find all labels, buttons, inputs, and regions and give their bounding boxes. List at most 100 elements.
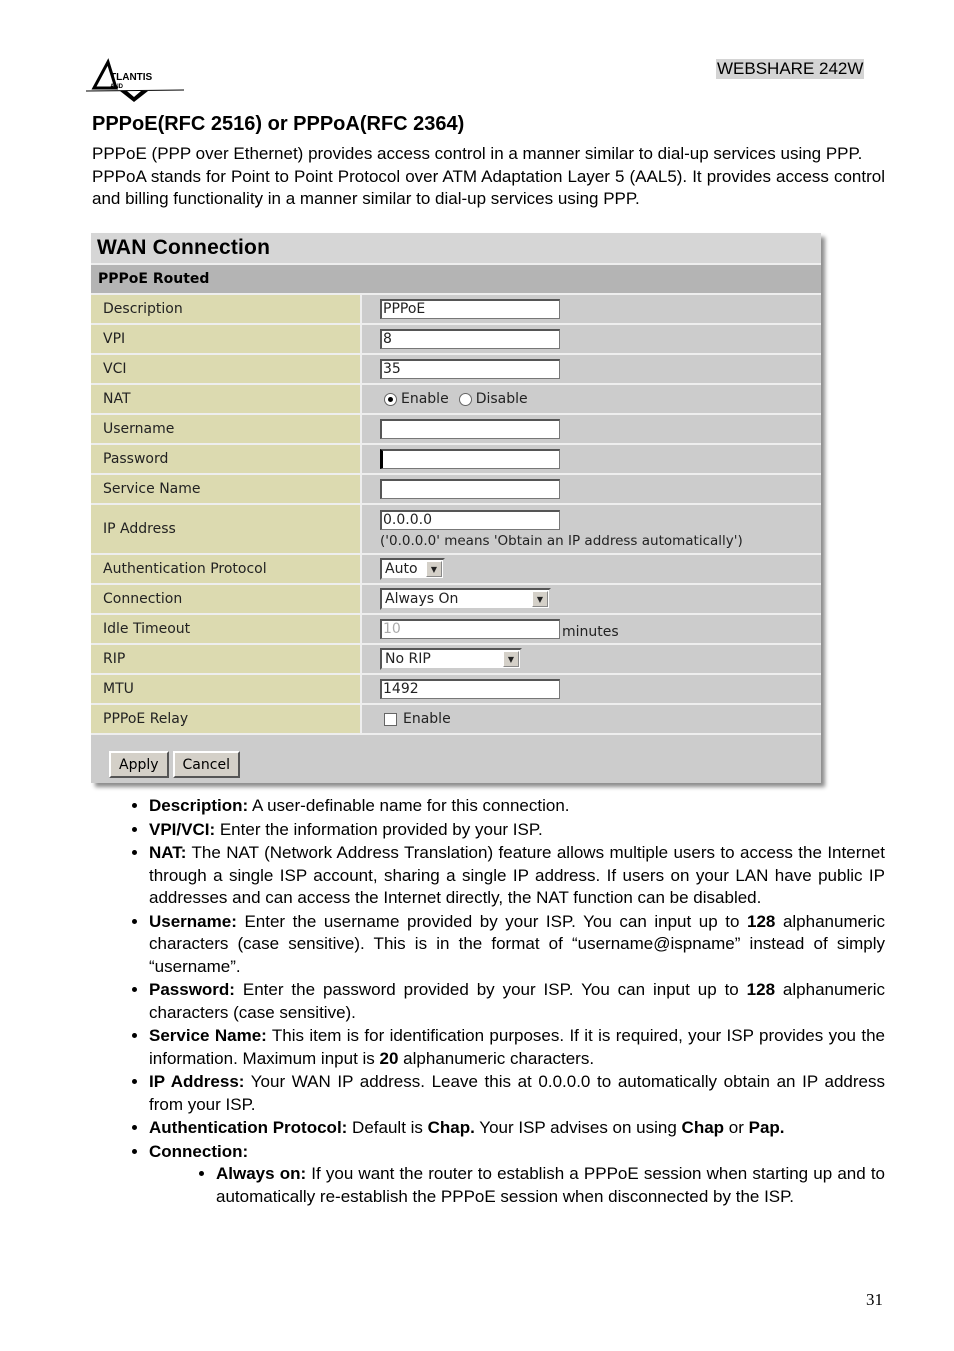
intro-text: PPPoE (PPP over Ethernet) provides acces…	[92, 143, 885, 211]
field-descriptions: Description: A user-definable name for t…	[92, 795, 885, 1209]
term: VPI/VCI:	[149, 819, 216, 839]
label-auth-protocol: Authentication Protocol	[91, 555, 362, 583]
vpi-input[interactable]: 8	[380, 329, 560, 349]
label-service-name: Service Name	[91, 475, 362, 503]
chevron-down-icon[interactable]: ▼	[532, 591, 548, 607]
desc: Enter the username provided by your ISP.…	[236, 911, 747, 931]
desc: Your ISP advises on using	[474, 1118, 682, 1137]
wan-connection-panel: WAN Connection PPPoE Routed Description …	[91, 233, 821, 783]
bullet-service-name: Service Name: This item is for identific…	[149, 1025, 885, 1070]
bullet-auth-protocol: Authentication Protocol: Default is Chap…	[149, 1117, 885, 1140]
row-connection: Connection Always On ▼	[91, 585, 821, 615]
term: Authentication Protocol:	[149, 1118, 348, 1137]
service-name-input[interactable]	[380, 479, 560, 499]
ip-address-input[interactable]: 0.0.0.0	[380, 509, 560, 530]
label-ip-address: IP Address	[91, 505, 362, 553]
row-description: Description PPPoE	[91, 295, 821, 325]
label-rip: RIP	[91, 645, 362, 673]
connection-value: Always On	[385, 591, 459, 607]
nat-enable-radio[interactable]	[384, 392, 397, 406]
chevron-down-icon[interactable]: ▼	[503, 651, 519, 667]
term: NAT:	[149, 843, 187, 862]
desc: The NAT (Network Address Translation) fe…	[149, 843, 885, 907]
nat-disable-radio[interactable]	[458, 392, 472, 406]
row-service-name: Service Name	[91, 475, 821, 505]
row-vci: VCI 35	[91, 355, 821, 385]
nat-enable-label[interactable]: Enable	[401, 391, 449, 407]
label-username: Username	[91, 415, 362, 443]
row-rip: RIP No RIP ▼	[91, 645, 821, 675]
label-vpi: VPI	[91, 325, 362, 353]
cancel-button[interactable]: Cancel	[172, 751, 240, 778]
chevron-down-icon[interactable]: ▼	[426, 561, 442, 577]
connection-select[interactable]: Always On ▼	[380, 588, 551, 610]
section-title: PPPoE(RFC 2516) or PPPoA(RFC 2364)	[92, 113, 465, 135]
term: IP Address:	[149, 1072, 245, 1091]
row-pppoe-relay: PPPoE Relay Enable	[91, 705, 821, 735]
mtu-input[interactable]: 1492	[380, 679, 560, 699]
bullet-always-on: Always on: If you want the router to est…	[216, 1163, 885, 1208]
auth-protocol-select[interactable]: Auto ▼	[380, 558, 445, 580]
label-pppoe-relay: PPPoE Relay	[91, 705, 362, 733]
bullet-vpi-vci: VPI/VCI: Enter the information provided …	[149, 819, 885, 842]
page-number: 31	[866, 1290, 883, 1309]
bullet-description: Description: A user-definable name for t…	[149, 795, 885, 818]
product-name: WEBSHARE 242W	[716, 59, 865, 79]
label-mtu: MTU	[91, 675, 362, 703]
intro-pppoa: PPPoA stands for Point to Point Protocol…	[92, 166, 885, 209]
username-input[interactable]	[380, 419, 560, 439]
ip-address-hint: ('0.0.0.0' means 'Obtain an IP address a…	[380, 532, 743, 549]
atlantis-logo: TLANTIS AND	[86, 58, 185, 102]
idle-timeout-input[interactable]: 10	[380, 619, 560, 639]
nat-disable-label[interactable]: Disable	[476, 391, 528, 407]
bullet-ip-address: IP Address: Your WAN IP address. Leave t…	[149, 1071, 885, 1116]
emphasis: 128	[746, 980, 776, 999]
term: Connection:	[149, 1141, 249, 1161]
svg-text:AND: AND	[110, 84, 124, 90]
label-nat: NAT	[91, 385, 362, 413]
desc: Enter the password provided by your ISP.…	[234, 980, 747, 999]
vci-input[interactable]: 35	[380, 359, 560, 379]
row-vpi: VPI 8	[91, 325, 821, 355]
auth-protocol-value: Auto	[385, 561, 418, 577]
label-password: Password	[91, 445, 362, 473]
desc: or	[724, 1118, 749, 1137]
desc: Enter the information provided by your I…	[215, 819, 543, 839]
idle-timeout-unit: minutes	[562, 624, 619, 640]
panel-title: WAN Connection	[91, 233, 821, 265]
desc: Your WAN IP address. Leave this at 0.0.0…	[149, 1072, 885, 1114]
term: Service Name:	[149, 1026, 267, 1045]
term: Username:	[149, 911, 237, 931]
description-input[interactable]: PPPoE	[380, 299, 560, 319]
rip-select[interactable]: No RIP ▼	[380, 648, 522, 670]
term: Password:	[149, 980, 235, 999]
row-password: Password	[91, 445, 821, 475]
label-vci: VCI	[91, 355, 362, 383]
row-username: Username	[91, 415, 821, 445]
password-input[interactable]	[380, 449, 560, 469]
emphasis: Chap.	[427, 1118, 475, 1137]
row-mtu: MTU 1492	[91, 675, 821, 705]
svg-text:TLANTIS: TLANTIS	[110, 72, 153, 83]
emphasis: 20	[379, 1048, 399, 1068]
bullet-nat: NAT: The NAT (Network Address Translatio…	[149, 842, 885, 910]
row-auth-protocol: Authentication Protocol Auto ▼	[91, 555, 821, 585]
desc: Default is	[347, 1118, 428, 1137]
pppoe-relay-option[interactable]: Enable	[403, 711, 451, 727]
term: Description:	[149, 796, 249, 815]
pppoe-relay-checkbox[interactable]	[384, 712, 397, 726]
term: Always on:	[216, 1164, 307, 1183]
desc: A user-definable name for this connectio…	[248, 796, 570, 815]
panel-subtitle: PPPoE Routed	[91, 265, 821, 295]
label-idle-timeout: Idle Timeout	[91, 615, 362, 643]
emphasis: 128	[747, 911, 776, 931]
rip-value: No RIP	[385, 651, 431, 667]
apply-button[interactable]: Apply	[109, 751, 169, 778]
emphasis: Pap.	[748, 1118, 785, 1137]
bullet-password: Password: Enter the password provided by…	[149, 979, 885, 1024]
row-nat: NAT Enable Disable	[91, 385, 821, 415]
bullet-username: Username: Enter the username provided by…	[149, 911, 885, 979]
row-ip-address: IP Address 0.0.0.0 ('0.0.0.0' means 'Obt…	[91, 505, 821, 555]
row-idle-timeout: Idle Timeout 10 minutes	[91, 615, 821, 645]
label-description: Description	[91, 295, 362, 323]
